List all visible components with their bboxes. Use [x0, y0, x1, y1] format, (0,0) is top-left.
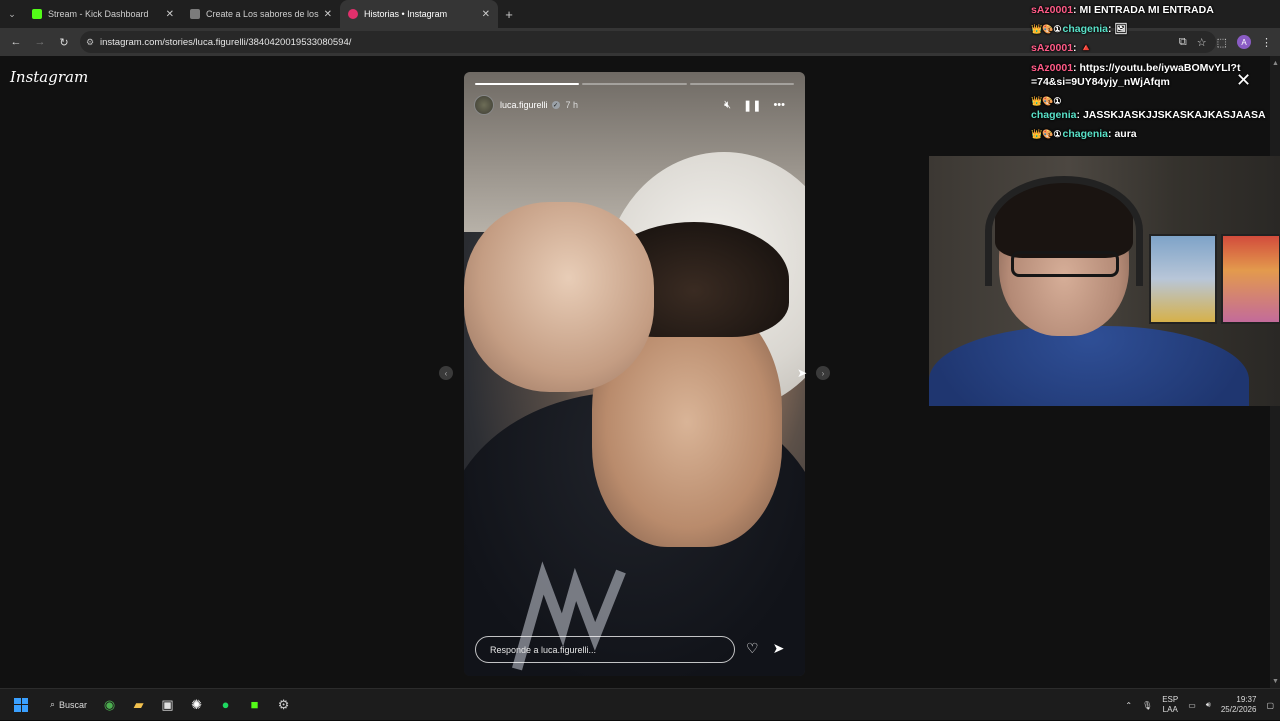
- chat-badges: 👑🎨①: [1031, 129, 1062, 140]
- doc-favicon-icon: [190, 9, 200, 19]
- wall-poster: [1221, 234, 1280, 324]
- chat-username: sAz0001: [1031, 4, 1074, 16]
- tab-close-icon[interactable]: ✕: [166, 9, 174, 20]
- back-icon[interactable]: ←: [4, 28, 28, 56]
- search-label: Buscar: [59, 699, 88, 710]
- search-icon: ⌕: [50, 699, 56, 709]
- chatgpt-icon[interactable]: ✺: [182, 697, 211, 713]
- kick-icon[interactable]: ■: [240, 697, 269, 712]
- close-icon[interactable]: ✕: [1236, 70, 1251, 91]
- start-button[interactable]: [0, 697, 42, 712]
- clock-time: 19:37: [1236, 695, 1257, 704]
- tray-overflow-icon[interactable]: ⌃: [1125, 701, 1132, 710]
- new-tab-button[interactable]: +: [498, 7, 520, 22]
- spotify-icon[interactable]: ●: [211, 697, 240, 712]
- windows-taskbar: ⌕ Buscar ◉ ▰ ▣ ✺ ● ■ ⚙ ⌃ 🎙︎ ESP LAA ▭ 🔊︎…: [0, 688, 1280, 720]
- progress-segment: [475, 83, 580, 85]
- chat-username: sAz0001: [1031, 61, 1074, 74]
- chat-text: aura: [1114, 128, 1137, 141]
- network-icon[interactable]: ▭: [1188, 701, 1196, 710]
- chat-message: 👑🎨①chagenia: aura: [1031, 128, 1137, 141]
- chat-text: JASSKJASKJJSKASKAJKASJAASA: [1082, 109, 1266, 122]
- volume-icon[interactable]: 🔊︎: [1206, 700, 1211, 710]
- reply-input[interactable]: Responde a luca.figurelli...: [475, 636, 735, 663]
- clock-date: 25/2/2026: [1220, 705, 1257, 714]
- story-user-avatar[interactable]: [474, 95, 494, 115]
- settings-icon[interactable]: ⚙: [269, 697, 298, 713]
- tab-search-icon[interactable]: ⌄: [0, 0, 24, 28]
- chat-username: chagenia: [1062, 23, 1109, 36]
- webcam-overlay: [929, 156, 1280, 406]
- verified-badge-icon: ✓: [551, 101, 560, 109]
- chat-message: 👑🎨① chagenia: JASSKJASKJJSKASKAJKASJAASA: [1031, 95, 1266, 122]
- kick-favicon-icon: [32, 9, 42, 19]
- reload-icon[interactable]: ↻: [52, 28, 76, 56]
- chat-message: 👑🎨①chagenia: 🖼: [1031, 23, 1128, 36]
- reply-actions: ♡ ➤: [746, 640, 784, 657]
- taskbar-search[interactable]: ⌕ Buscar: [42, 694, 95, 716]
- tab-title: Historias • Instagram: [364, 9, 448, 19]
- tab-kick-dashboard[interactable]: Stream - Kick Dashboard ✕: [24, 0, 182, 28]
- chat-message: sAz0001: https://youtu.be/iywaBOMvYLI?t=…: [1031, 61, 1241, 88]
- story-time: 7 h: [565, 100, 579, 110]
- windows-logo-icon: [14, 697, 28, 712]
- progress-segment: [582, 83, 687, 85]
- scroll-down-icon[interactable]: ▼: [1272, 678, 1279, 685]
- tab-title: Stream - Kick Dashboard: [48, 9, 149, 19]
- tab-close-icon[interactable]: ✕: [324, 9, 332, 20]
- lang-bottom: LAA: [1162, 705, 1178, 714]
- story-controls: 🔇︎ ❚❚ •••: [724, 99, 785, 112]
- chat-username: sAz0001: [1031, 42, 1074, 55]
- app-icon[interactable]: ▣: [153, 697, 182, 713]
- chrome-icon[interactable]: ◉: [95, 697, 124, 713]
- file-explorer-icon[interactable]: ▰: [124, 697, 153, 713]
- more-options-icon[interactable]: •••: [773, 99, 785, 111]
- chat-username: chagenia: [1031, 109, 1077, 122]
- tab-create-sabores[interactable]: Create a Los sabores de los jug ✕: [182, 0, 340, 28]
- language-indicator[interactable]: ESP LAA: [1162, 695, 1178, 714]
- clock[interactable]: 19:37 25/2/2026: [1221, 695, 1257, 715]
- forward-icon[interactable]: →: [28, 28, 52, 56]
- story-progress: [475, 83, 794, 85]
- glasses-icon: [1011, 251, 1119, 277]
- tab-title: Create a Los sabores de los jug: [206, 9, 320, 19]
- microphone-icon[interactable]: 🎙︎: [1142, 701, 1152, 710]
- wall-poster: [1149, 234, 1217, 324]
- chat-text: MI ENTRADA MI ENTRADA: [1079, 4, 1214, 16]
- site-info-icon[interactable]: ⚙: [80, 37, 100, 48]
- mute-icon[interactable]: 🔇︎: [724, 99, 731, 112]
- instagram-logo[interactable]: Instagram: [10, 68, 88, 86]
- next-story-icon[interactable]: ›: [816, 366, 830, 380]
- instagram-favicon-icon: [348, 9, 358, 19]
- chat-message: sAz0001: MI ENTRADA MI ENTRADA: [1031, 4, 1214, 16]
- chat-username: chagenia: [1062, 128, 1109, 141]
- pause-icon[interactable]: ❚❚: [743, 99, 761, 112]
- tab-close-icon[interactable]: ✕: [482, 9, 490, 20]
- emote-icon: 🖼: [1114, 23, 1128, 36]
- heart-icon[interactable]: ♡: [746, 640, 759, 657]
- mouse-cursor-icon: ➤: [797, 366, 808, 380]
- chat-badges: 👑🎨①: [1031, 95, 1062, 106]
- streamer-shirt: [929, 326, 1249, 406]
- chat-message: sAz0001: 🔺: [1031, 42, 1093, 55]
- tab-instagram-historias[interactable]: Historias • Instagram ✕: [340, 0, 498, 28]
- previous-story-icon[interactable]: ‹: [439, 366, 453, 380]
- system-tray: ⌃ 🎙︎ ESP LAA ▭ 🔊︎ 19:37 25/2/2026 ▢: [1125, 689, 1274, 721]
- notifications-icon[interactable]: ▢: [1266, 701, 1274, 710]
- chat-badges: 👑🎨①: [1031, 24, 1062, 35]
- chat-text: 🔺: [1079, 42, 1093, 55]
- story-hand: [464, 202, 654, 392]
- story-viewer[interactable]: luca.figurelli ✓ 7 h 🔇︎ ❚❚ ••• Responde …: [464, 72, 805, 676]
- send-icon[interactable]: ➤: [773, 640, 785, 657]
- story-header: luca.figurelli ✓ 7 h 🔇︎ ❚❚ •••: [474, 94, 795, 116]
- url-text[interactable]: instagram.com/stories/luca.figurelli/384…: [100, 37, 351, 48]
- progress-fill: [475, 83, 580, 85]
- story-username[interactable]: luca.figurelli: [500, 100, 548, 110]
- lang-top: ESP: [1162, 695, 1179, 705]
- progress-segment: [689, 83, 794, 85]
